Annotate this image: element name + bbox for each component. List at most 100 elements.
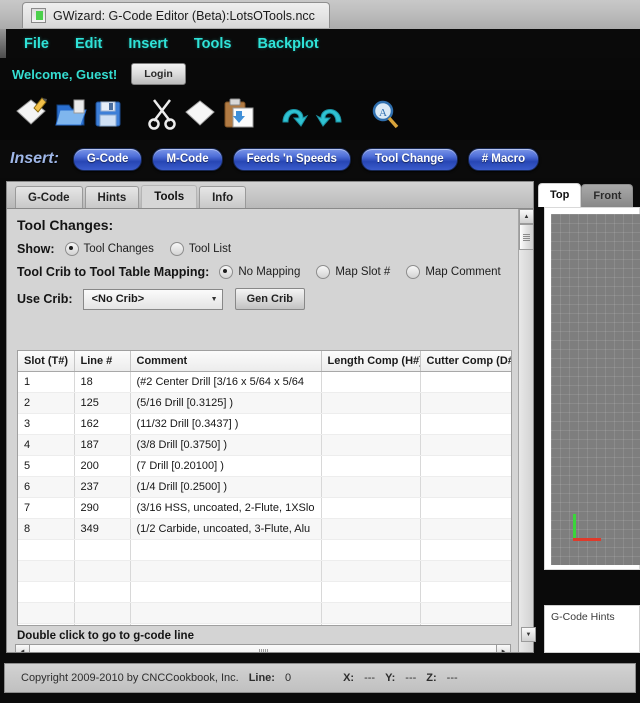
toolbar: A bbox=[0, 90, 640, 140]
panel-scroll-thumb[interactable] bbox=[519, 224, 533, 250]
radio-tool-changes-indicator bbox=[64, 242, 79, 256]
table-row[interactable]: 3 162 (11/32 Drill [0.3437] ) bbox=[18, 413, 511, 435]
radio-tool-changes[interactable]: Tool Changes bbox=[64, 242, 154, 256]
cell-line: 187 bbox=[74, 434, 131, 456]
col-slot[interactable]: Slot (T#) bbox=[18, 351, 75, 372]
cell-slot: 1 bbox=[18, 371, 75, 393]
table-row[interactable] bbox=[18, 581, 511, 603]
axis-x-indicator bbox=[573, 538, 601, 541]
tab-tools[interactable]: Tools bbox=[141, 185, 198, 210]
cell-cutter-comp bbox=[420, 497, 511, 519]
hscroll-thumb-grip bbox=[258, 648, 268, 652]
table-row[interactable]: 8 349 (1/2 Carbide, uncoated, 3-Flute, Alu bbox=[18, 518, 511, 540]
cell-cutter-comp bbox=[420, 371, 511, 393]
panel-scroll-down-container[interactable]: ▼ bbox=[521, 627, 536, 653]
cell-comment: (#2 Center Drill [3/16 x 5/64 x 5/64 bbox=[130, 371, 322, 393]
table-row[interactable]: 1 18 (#2 Center Drill [3/16 x 5/64 x 5/64 bbox=[18, 371, 511, 393]
radio-map-comment[interactable]: Map Comment bbox=[406, 265, 501, 279]
menu-item-tools[interactable]: Tools bbox=[194, 36, 232, 52]
table-row[interactable] bbox=[18, 560, 511, 582]
gcode-hints-title: G-Code Hints bbox=[551, 611, 615, 623]
cell-comment bbox=[130, 560, 322, 582]
radio-map-comment-indicator bbox=[406, 265, 421, 279]
menu-item-edit[interactable]: Edit bbox=[75, 36, 102, 52]
menu-item-file[interactable]: File bbox=[24, 36, 49, 52]
scroll-down-arrow-icon[interactable]: ▼ bbox=[521, 627, 536, 642]
save-floppy-icon[interactable] bbox=[90, 94, 128, 136]
redo-arrow-icon[interactable] bbox=[312, 94, 350, 136]
z-value: --- bbox=[446, 672, 458, 684]
col-line[interactable]: Line # bbox=[74, 351, 131, 372]
gen-crib-button[interactable]: Gen Crib bbox=[234, 288, 306, 310]
copy-icon[interactable] bbox=[182, 94, 220, 136]
menu-item-insert[interactable]: Insert bbox=[128, 36, 168, 52]
table-row[interactable] bbox=[18, 602, 511, 624]
insert-tool-change-button[interactable]: Tool Change bbox=[360, 147, 458, 171]
col-length-comp[interactable]: Length Comp (H#) bbox=[321, 351, 421, 372]
tab-hints[interactable]: Hints bbox=[84, 186, 140, 209]
login-button[interactable]: Login bbox=[131, 63, 186, 85]
backplot-viewport[interactable] bbox=[551, 214, 640, 565]
col-comment[interactable]: Comment bbox=[130, 351, 322, 372]
crib-select[interactable]: <No Crib> ▼ bbox=[82, 288, 223, 310]
find-magnifier-icon[interactable]: A bbox=[366, 94, 404, 136]
tool-changes-table-container[interactable]: Slot (T#) Line # Comment Length Comp (H#… bbox=[17, 350, 512, 626]
cell-cutter-comp bbox=[420, 392, 511, 414]
cell-length-comp bbox=[321, 371, 421, 393]
window-title-tab[interactable]: GWizard: G-Code Editor (Beta):LotsOTools… bbox=[22, 2, 330, 28]
table-row[interactable]: 7 290 (3/16 HSS, uncoated, 2-Flute, 1XSlo bbox=[18, 497, 511, 519]
tools-panel-body: Tool Changes: Show: Tool Changes Tool Li… bbox=[6, 208, 534, 653]
table-row[interactable]: 4 187 (3/8 Drill [0.3750] ) bbox=[18, 434, 511, 456]
scroll-right-arrow-icon[interactable]: ► bbox=[496, 644, 511, 652]
z-label: Z: bbox=[426, 672, 437, 684]
menu-item-backplot[interactable]: Backplot bbox=[257, 36, 318, 52]
cell-line: 290 bbox=[74, 497, 131, 519]
cell-line: 125 bbox=[74, 392, 131, 414]
table-header-row: Slot (T#) Line # Comment Length Comp (H#… bbox=[18, 351, 511, 372]
hscroll-track[interactable] bbox=[30, 644, 496, 652]
table-horizontal-scrollbar[interactable]: ◄ ► bbox=[15, 644, 511, 652]
cell-line: 237 bbox=[74, 476, 131, 498]
use-crib-label: Use Crib: bbox=[17, 292, 73, 306]
table-row[interactable] bbox=[18, 539, 511, 561]
scroll-left-arrow-icon[interactable]: ◄ bbox=[15, 644, 30, 652]
panel-vertical-scrollbar[interactable]: ▲ bbox=[518, 209, 533, 652]
radio-map-slot[interactable]: Map Slot # bbox=[316, 265, 390, 279]
copyright-text: Copyright 2009-2010 by CNCCookbook, Inc. bbox=[21, 672, 239, 684]
cell-length-comp bbox=[321, 581, 421, 603]
cell-slot: 8 bbox=[18, 518, 75, 540]
table-row[interactable]: 6 237 (1/4 Drill [0.2500] ) bbox=[18, 476, 511, 498]
scroll-thumb-grip bbox=[523, 233, 530, 241]
table-row[interactable]: 5 200 (7 Drill [0.20100] ) bbox=[18, 455, 511, 477]
cell-slot: 7 bbox=[18, 497, 75, 519]
insert-gcode-button[interactable]: G-Code bbox=[72, 147, 143, 171]
cell-length-comp bbox=[321, 518, 421, 540]
new-file-icon[interactable] bbox=[14, 94, 52, 136]
tab-info[interactable]: Info bbox=[199, 186, 247, 209]
cell-slot bbox=[18, 560, 75, 582]
insert-feeds-speeds-button[interactable]: Feeds 'n Speeds bbox=[232, 147, 351, 171]
cell-cutter-comp bbox=[420, 623, 511, 625]
radio-map-comment-label: Map Comment bbox=[425, 266, 501, 278]
table-row[interactable] bbox=[18, 623, 511, 625]
tab-view-front[interactable]: Front bbox=[581, 184, 634, 207]
col-cutter-comp[interactable]: Cutter Comp (D#) bbox=[420, 351, 511, 372]
tab-view-top[interactable]: Top bbox=[538, 183, 582, 207]
x-value: --- bbox=[364, 672, 376, 684]
radio-tool-changes-label: Tool Changes bbox=[83, 243, 154, 255]
cell-line: 349 bbox=[74, 518, 131, 540]
radio-tool-list[interactable]: Tool List bbox=[169, 242, 231, 256]
left-panel-tabstrip: G-Code Hints Tools Info bbox=[6, 181, 534, 210]
paste-clipboard-icon[interactable] bbox=[220, 94, 258, 136]
insert-mcode-button[interactable]: M-Code bbox=[152, 147, 223, 171]
cut-scissors-icon[interactable] bbox=[144, 94, 182, 136]
scroll-up-arrow-icon[interactable]: ▲ bbox=[519, 209, 533, 224]
open-folder-icon[interactable] bbox=[52, 94, 90, 136]
tab-gcode[interactable]: G-Code bbox=[15, 186, 83, 209]
insert-macro-button[interactable]: # Macro bbox=[467, 147, 540, 171]
radio-no-mapping[interactable]: No Mapping bbox=[219, 265, 300, 279]
cell-length-comp bbox=[321, 602, 421, 624]
table-row[interactable]: 2 125 (5/16 Drill [0.3125] ) bbox=[18, 392, 511, 414]
undo-arrow-icon[interactable] bbox=[274, 94, 312, 136]
radio-no-mapping-indicator bbox=[219, 265, 234, 279]
